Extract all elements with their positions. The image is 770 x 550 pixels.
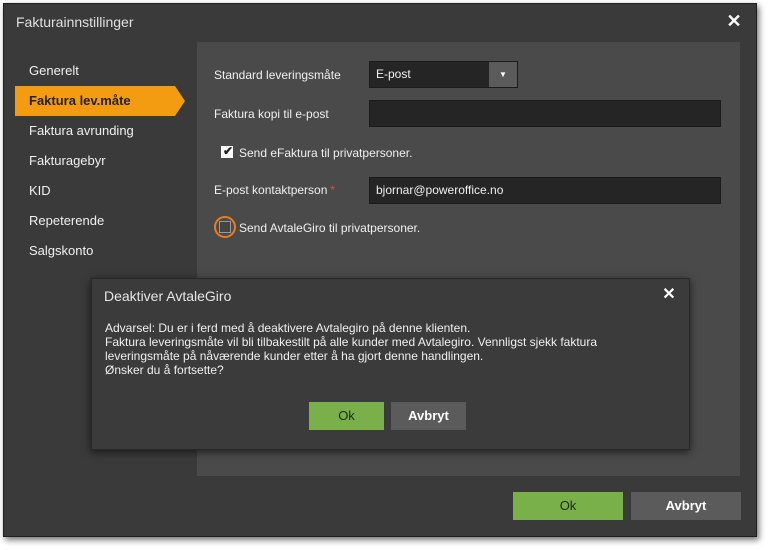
avtalegiro-checkbox-label: Send AvtaleGiro til privatpersoner. [239,221,421,235]
delivery-method-select[interactable]: E-post ▼ [369,61,518,88]
modal-message-line: Faktura leveringsmåte vil bli tilbakesti… [105,335,598,349]
settings-dialog: Fakturainnstillinger ✕ Generelt Faktura … [3,3,757,537]
close-icon[interactable]: ✕ [724,11,744,31]
invoice-copy-email-input[interactable] [369,100,721,127]
sidebar-item-fakturagebyr[interactable]: Fakturagebyr [4,146,194,176]
sidebar-item-repeterende[interactable]: Repeterende [4,206,194,236]
modal-ok-button[interactable]: Ok [309,402,384,430]
modal-message-line: leveringsmåte på nåværende kunder etter … [105,349,484,363]
title-bar: Fakturainnstillinger ✕ [4,4,756,40]
sidebar-item-salgskonto[interactable]: Salgskonto [4,236,194,266]
check-icon: ✔ [223,144,234,158]
cancel-button[interactable]: Avbryt [631,492,741,520]
chevron-down-icon[interactable]: ▼ [489,62,517,87]
modal-message-line: Advarsel: Du er i ferd med å deaktivere … [105,321,471,335]
modal-cancel-button[interactable]: Avbryt [391,402,466,430]
sidebar-item-generelt[interactable]: Generelt [4,56,194,86]
sidebar-nav: Generelt Faktura lev.måte Faktura avrund… [4,56,194,266]
avtalegiro-checkbox[interactable] [219,221,231,233]
contact-email-label: E-post kontaktperson * [214,183,335,197]
sidebar-item-faktura-lev-mate[interactable]: Faktura lev.måte [15,86,185,116]
sidebar-item-faktura-avrunding[interactable]: Faktura avrunding [4,116,194,146]
contact-email-label-text: E-post kontaktperson [214,183,328,197]
modal-message: Advarsel: Du er i ferd med å deaktivere … [105,321,665,377]
delivery-method-label: Standard leveringsmåte [214,68,341,82]
modal-title: Deaktiver AvtaleGiro [104,288,232,304]
close-icon[interactable]: ✕ [659,285,679,305]
efaktura-checkbox-label: Send eFaktura til privatpersoner. [239,146,413,160]
invoice-copy-label: Faktura kopi til e-post [214,107,329,121]
dialog-title: Fakturainnstillinger [16,14,134,30]
efaktura-checkbox[interactable]: ✔ [221,144,234,158]
delivery-method-value: E-post [376,67,411,81]
required-mark: * [330,183,336,197]
ok-button[interactable]: Ok [513,492,623,520]
deactivate-avtalegiro-modal: Deaktiver AvtaleGiro ✕ Advarsel: Du er i… [91,278,690,450]
contact-email-input[interactable]: bjornar@poweroffice.no [369,177,721,204]
modal-message-line: Ønsker du å fortsette? [105,363,224,377]
sidebar-item-kid[interactable]: KID [4,176,194,206]
